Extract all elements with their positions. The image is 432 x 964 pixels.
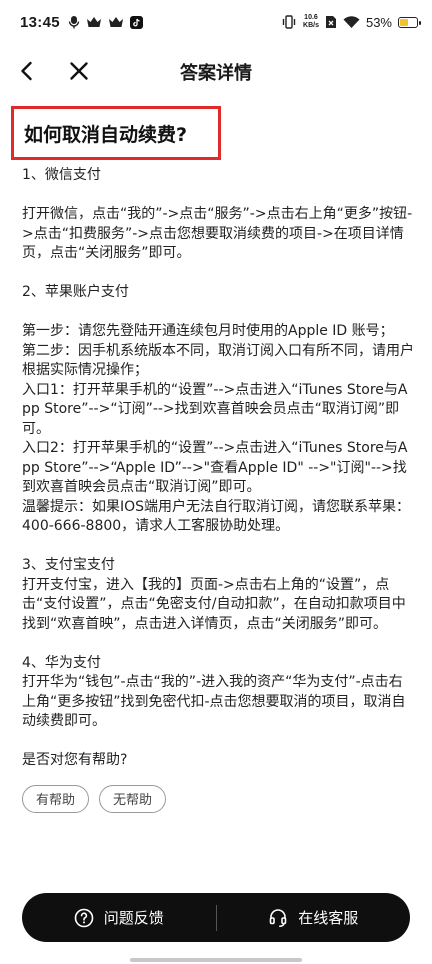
crown-notification-icon [108, 17, 123, 27]
wifi-icon [343, 15, 360, 28]
online-service-button[interactable]: 在线客服 [217, 893, 411, 942]
nav-bar: 答案详情 [0, 44, 432, 98]
tiktok-notification-icon [129, 15, 143, 29]
answer-content: 如何取消自动续费? 1、微信支付 打开微信，点击“我的”->点击“服务”->点击… [11, 106, 414, 813]
system-indicators: 10.6 KB/s 53% [281, 14, 421, 30]
vibrate-icon [282, 15, 296, 29]
battery-level [400, 18, 408, 26]
status-bar: 13:45 10.6 KB/s 53% [0, 0, 432, 44]
battery-percent: 53% [365, 14, 392, 30]
bottom-action-bar: 问题反馈 在线客服 [22, 893, 410, 942]
home-indicator [130, 958, 302, 962]
feedback-options: 有帮助 无帮助 [22, 784, 414, 813]
crown-notification-icon [86, 17, 101, 27]
sim-x-icon [325, 16, 336, 28]
network-speed-unit: KB/s [303, 22, 319, 29]
online-service-label: 在线客服 [298, 909, 359, 927]
notification-icons [68, 15, 143, 29]
headset-icon [269, 908, 287, 927]
not-helpful-button[interactable]: 无帮助 [99, 784, 167, 813]
feedback-button[interactable]: 问题反馈 [22, 893, 216, 942]
network-speed: 10.6 KB/s [303, 14, 319, 30]
mic-notification-icon [68, 16, 80, 29]
question-highlight-box: 如何取消自动续费? [11, 106, 221, 160]
question-circle-icon [74, 908, 94, 927]
question-title: 如何取消自动续费? [24, 123, 188, 146]
status-time: 13:45 [20, 13, 60, 31]
network-speed-value: 10.6 [304, 14, 318, 21]
battery-icon [398, 16, 421, 28]
helpful-button[interactable]: 有帮助 [22, 784, 90, 813]
page-title: 答案详情 [180, 63, 252, 84]
feedback-label: 问题反馈 [103, 909, 164, 927]
answer-text: 1、微信支付 打开微信，点击“我的”->点击“服务”->点击右上角“更多”按钮-… [22, 167, 414, 768]
